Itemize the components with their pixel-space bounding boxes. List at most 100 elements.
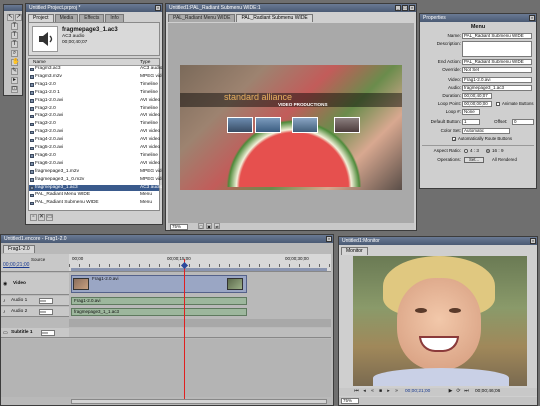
- delete-icon[interactable]: ✕: [38, 214, 45, 221]
- zoom-select[interactable]: 75%: [170, 224, 188, 230]
- close-icon[interactable]: ×: [409, 5, 415, 11]
- timeline-scrollbar[interactable]: [71, 399, 327, 404]
- edit-original-icon[interactable]: ✎: [11, 68, 18, 75]
- timecode-display[interactable]: 00;00;21;00: [3, 262, 29, 268]
- tab-radiant-submenu[interactable]: PAL_Radiant Submenu WIDE: [236, 14, 313, 22]
- work-area-bar[interactable]: [71, 268, 327, 271]
- aspect-16-9-radio[interactable]: [486, 149, 490, 153]
- subtitle-track-area[interactable]: [69, 328, 331, 338]
- list-item[interactable]: Frag3-2.0 Timeline: [29, 121, 159, 128]
- list-item[interactable]: Frag2-2.0.avi AVI video: [29, 113, 160, 120]
- prop-loop-count-select[interactable]: None: [462, 109, 480, 115]
- subtitle-icon[interactable]: ▭: [3, 330, 8, 336]
- loop-icon[interactable]: ⟳: [455, 388, 462, 394]
- list-item[interactable]: fragmepage3_1.m2v MPEG video: [29, 169, 162, 176]
- tab-radiant-menu[interactable]: PAL_Radiant Menu WIDE: [168, 14, 236, 22]
- list-item[interactable]: PAL_Radiant Submenu WIDE Menu: [29, 200, 159, 207]
- rewind-icon[interactable]: «: [369, 388, 376, 394]
- video-track-header[interactable]: ◉ Video: [1, 273, 69, 295]
- prop-video-field[interactable]: Frag1-2.0.avi: [462, 77, 532, 83]
- prop-override-select[interactable]: Not Set: [462, 67, 532, 73]
- maximize-icon[interactable]: □: [402, 5, 408, 11]
- eye-icon[interactable]: ◉: [3, 281, 7, 287]
- prop-color-set-select[interactable]: Automatic: [462, 128, 510, 134]
- preview-tool-icon[interactable]: ▸: [11, 77, 18, 84]
- audio1-track-header[interactable]: ♪ Audio 1 xxx: [1, 296, 69, 306]
- column-type[interactable]: Type: [140, 59, 150, 66]
- list-item[interactable]: Fragm3.m2v MPEG video: [29, 74, 162, 81]
- list-item[interactable]: fragmepage3_1_0.m2v MPEG video: [29, 177, 162, 184]
- video-clip[interactable]: Frag1-2.0.avi: [71, 275, 247, 293]
- prop-name-field[interactable]: PAL_Radiant Submenu WIDE: [462, 33, 532, 39]
- play-icon[interactable]: ▶: [447, 388, 454, 394]
- stop-icon[interactable]: ■: [377, 388, 384, 394]
- subtitle-lang[interactable]: xxx: [41, 330, 55, 336]
- fast-fwd-icon[interactable]: »: [393, 388, 400, 394]
- list-item[interactable]: Frag5-2.0.avi AVI video: [29, 145, 160, 152]
- folder-icon[interactable]: ▭: [46, 214, 53, 221]
- tab-frag1[interactable]: Frag1-2.0: [3, 245, 35, 253]
- step-fwd-icon[interactable]: ▸: [385, 388, 392, 394]
- text-tool-icon[interactable]: T: [11, 23, 18, 30]
- animate-buttons-checkbox[interactable]: [496, 102, 500, 106]
- offset-field[interactable]: 0: [512, 119, 534, 125]
- close-icon[interactable]: ×: [326, 236, 332, 242]
- close-icon[interactable]: ×: [155, 5, 161, 11]
- prop-loop-point-field[interactable]: 00;00;00;00: [462, 101, 492, 107]
- tab-effects[interactable]: Effects: [79, 14, 105, 22]
- monitor-timecode-current[interactable]: 00;00;21;00: [405, 389, 430, 394]
- prop-audio-field[interactable]: fragmepage3_1.ac3: [462, 85, 532, 91]
- direct-select-tool-icon[interactable]: ↗: [15, 14, 22, 21]
- operations-button[interactable]: Set...: [464, 157, 484, 163]
- list-item[interactable]: Frag1-2.0.avi AVI video: [29, 98, 160, 105]
- safe-area-icon[interactable]: ▢: [198, 223, 204, 229]
- subtitle-track-header[interactable]: ▭ Subtitle 1 xxx: [1, 328, 69, 338]
- goto-start-icon[interactable]: ⏮: [353, 388, 360, 394]
- list-item[interactable]: Frag6-2.0.avi AVI video: [29, 161, 160, 168]
- new-item-icon[interactable]: ▫: [30, 214, 37, 221]
- tab-info[interactable]: Info: [105, 14, 124, 22]
- menu-button-1[interactable]: [227, 117, 253, 133]
- list-item[interactable]: Fragm3.ac3 AC3 audio: [29, 66, 162, 73]
- auto-route-checkbox[interactable]: ✓: [452, 137, 456, 142]
- step-back-icon[interactable]: ◂: [361, 388, 368, 394]
- crop-tool-icon[interactable]: ⊡: [11, 86, 18, 93]
- menu-button-4[interactable]: [334, 117, 360, 133]
- vertical-text-tool-icon[interactable]: T: [11, 32, 18, 39]
- tab-media[interactable]: Media: [54, 14, 79, 22]
- list-item[interactable]: Frag6-2.0 Timeline: [29, 153, 159, 160]
- subpicture-icon[interactable]: ▣: [206, 223, 212, 229]
- menu-button-2[interactable]: [255, 117, 281, 133]
- playhead-line[interactable]: [183, 259, 185, 399]
- monitor-zoom-select[interactable]: 75%: [341, 398, 359, 404]
- menu-button-3[interactable]: [292, 117, 318, 133]
- audio2-track-header[interactable]: ♪ Audio 2 xxx: [1, 307, 69, 317]
- column-name[interactable]: Name: [33, 59, 46, 66]
- list-item[interactable]: Frag1-2.0 1 Timeline: [29, 90, 159, 97]
- prop-default-button-select[interactable]: 1: [462, 119, 480, 125]
- audio1-clip[interactable]: Frag1-2.0.avi: [71, 297, 247, 305]
- list-item[interactable]: Frag1-2.0 Timeline: [29, 82, 159, 89]
- button-routing-icon[interactable]: ⇄: [214, 223, 220, 229]
- hand-tool-icon[interactable]: ✋: [11, 59, 19, 66]
- audio2-lang[interactable]: xxx: [39, 309, 53, 315]
- prop-description-field[interactable]: [462, 41, 532, 57]
- list-item[interactable]: Frag4-2.0.avi AVI video: [29, 137, 160, 144]
- goto-end-icon[interactable]: ⏭: [463, 388, 470, 394]
- tab-project[interactable]: Project: [28, 14, 54, 22]
- list-item[interactable]: Frag2-2.0 Timeline: [29, 106, 159, 113]
- selection-tool-icon[interactable]: ↖: [7, 14, 14, 21]
- zoom-tool-icon[interactable]: ⌕: [11, 50, 18, 57]
- close-icon[interactable]: ×: [529, 15, 535, 21]
- close-icon[interactable]: ×: [530, 238, 536, 244]
- list-item[interactable]: Frag3-2.0.avi AVI video: [29, 129, 160, 136]
- aspect-4-3-radio[interactable]: [464, 149, 468, 153]
- audio2-clip[interactable]: fragmepage3_1_1.ac3: [71, 308, 247, 316]
- list-item[interactable]: PAL_Radiant Menu WIDE Menu: [29, 192, 159, 199]
- prop-duration-field[interactable]: 00;00;40;07: [462, 93, 492, 99]
- audio1-lang[interactable]: xxx: [39, 298, 53, 304]
- speaker-icon[interactable]: ♪: [3, 309, 6, 315]
- minimize-icon[interactable]: _: [395, 5, 401, 11]
- speaker-icon[interactable]: ♪: [3, 298, 6, 304]
- list-item[interactable]: fragmepage3_1.ac3 AC3 audio: [29, 184, 162, 191]
